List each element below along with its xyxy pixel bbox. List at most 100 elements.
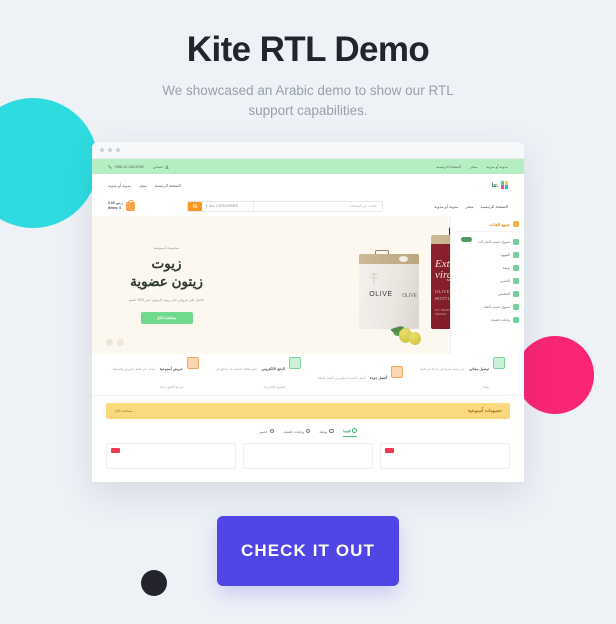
hero-description: احصل على عروض على زيوت الزيتون حتى 30% خ… [128, 298, 205, 303]
category-icon-3 [513, 277, 519, 284]
hero-copy: مجموعة أسبوعية زيوت زيتون عضوية احصل على… [92, 246, 227, 325]
product-card[interactable] [243, 443, 373, 469]
chevron-left-icon: ‹ [456, 278, 458, 283]
category-icon-2 [513, 264, 519, 271]
white-tin-label: OLIVE [369, 291, 393, 298]
hero-cta-button[interactable]: مشاهدة الكل [140, 312, 193, 325]
slider-dots[interactable] [106, 339, 124, 346]
tab-icon-2 [305, 428, 311, 434]
features-row: عروض أسبوعية احصل على أفضل العروض والصفق… [92, 354, 524, 396]
nav2-link-1[interactable]: متجر [465, 204, 473, 209]
promo-page: Kite RTL Demo We showcased an Arabic dem… [0, 0, 616, 624]
nav2-link-2[interactable]: مدونة أو مدونة [434, 204, 458, 209]
hero-title: زيوت زيتون عضوية [106, 255, 227, 291]
check-it-out-button[interactable]: CHECK IT OUT [217, 516, 399, 586]
category-label-5: تسوق حسب الفئة [483, 304, 510, 309]
tab-0[interactable]: قهوة [342, 428, 357, 437]
browser-mockup: +966-12-345-6789 حسابي الصفحة الرئيسية م… [92, 142, 524, 482]
shopping-bag-icon [125, 199, 135, 211]
tab-2[interactable]: وجبات خفيفة [283, 428, 311, 437]
browser-titlebar [92, 142, 524, 159]
sale-badge [111, 448, 120, 453]
promo-title: خصومات أسبوعية [467, 408, 502, 413]
feature-title-0: توصيل مجاني [468, 366, 489, 371]
feature-desc-1: أفضل التحميدات والميزين لأفضل العملاء [317, 375, 366, 380]
window-dot-minimize [108, 148, 112, 152]
feature-title-3: عروض أسبوعية [159, 366, 183, 371]
slider-dot-2[interactable] [117, 339, 124, 346]
feature-item-2: الدفع الالكتروني ادفع بطاقتك الخاصة بك، … [213, 356, 301, 393]
chevron-left-icon: ‹ [456, 252, 458, 257]
tab-1[interactable]: بوتقة [319, 428, 334, 437]
grid-icon [513, 221, 519, 227]
tab-label-2: وجبات خفيفة [283, 429, 304, 434]
window-dot-close [100, 148, 104, 152]
olive-sprig-icon [370, 272, 378, 284]
site-search-row: 0.00 ر.س Items: 0 ▾ ALL CATEGORIES البحث… [92, 196, 524, 216]
cart-widget[interactable]: 0.00 ر.س Items: 0 [108, 199, 135, 211]
category-item-3[interactable]: ‹ العصير [456, 274, 519, 287]
category-item-4[interactable]: ‹ التخليص [456, 287, 519, 300]
category-select-label: ALL CATEGORIES [209, 204, 239, 208]
category-icon-1 [513, 251, 519, 258]
tab-label-3: عصير [259, 429, 268, 434]
chevron-left-icon: ‹ [456, 304, 458, 309]
navbar-links: مدونة أو مدونة متجر الصفحة الرئيسية [108, 183, 181, 188]
topbar-phone[interactable]: +966-12-345-6789 [108, 165, 144, 169]
category-item-2[interactable]: ‹ بوتقة [456, 261, 519, 274]
promo-banner: مشاهدة الكل خصومات أسبوعية [106, 403, 510, 419]
topbar-nav: الصفحة الرئيسية متجر مدونة أو مدونة [436, 165, 508, 169]
search-bar: ▾ ALL CATEGORIES البحث عن المنتجات [186, 200, 383, 212]
feature-title-1: أفضل جودة [369, 375, 387, 380]
category-item-1[interactable]: ‹ القهوة [456, 248, 519, 261]
topbar-link-0[interactable]: الصفحة الرئيسية [436, 165, 461, 169]
category-icon-5 [513, 303, 519, 310]
website-preview: +966-12-345-6789 حسابي الصفحة الرئيسية م… [92, 159, 524, 482]
product-card[interactable] [106, 443, 236, 469]
nav2-link-0[interactable]: الصفحة الرئيسية [481, 204, 508, 209]
hero-title-line2: زيتون عضوية [130, 273, 203, 289]
category-heading-label: جميع الفئات [489, 221, 510, 227]
topbar-link-2[interactable]: مدونة أو مدونة [486, 165, 508, 169]
site-logo[interactable]: تتا. [492, 181, 508, 189]
nav-link-1[interactable]: متجر [139, 183, 147, 188]
category-icon-4 [513, 290, 519, 297]
logo-text: تتا. [491, 182, 499, 189]
category-label-3: العصير [500, 278, 510, 283]
category-select[interactable]: ▾ ALL CATEGORIES [202, 201, 254, 211]
nav-link-0[interactable]: الصفحة الرئيسية [155, 183, 181, 188]
category-item-6[interactable]: وجبات خفيفة [456, 313, 519, 326]
feature-item-1: أفضل جودة أفضل التحميدات والميزين لأفضل … [315, 365, 403, 384]
search-button[interactable] [187, 201, 202, 211]
tab-icon-1 [329, 428, 334, 434]
category-item-5[interactable]: ‹ تسوق حسب الفئة [456, 300, 519, 313]
chevron-left-icon: ‹ [456, 291, 458, 296]
topbar-link-1[interactable]: متجر [470, 165, 477, 169]
product-card[interactable] [380, 443, 510, 469]
hero-kicker: مجموعة أسبوعية [153, 245, 180, 250]
nav-link-2[interactable]: مدونة أو مدونة [108, 183, 131, 188]
tab-3[interactable]: عصير [259, 428, 275, 437]
phone-icon [108, 164, 112, 168]
tin-handle-icon [375, 250, 389, 256]
category-icon-6 [513, 316, 519, 323]
search-input[interactable]: البحث عن المنتجات [254, 202, 382, 211]
navbar-secondary-links: مدونة أو مدونة متجر الصفحة الرئيسية [434, 204, 508, 209]
page-header: Kite RTL Demo We showcased an Arabic dem… [0, 30, 616, 120]
tab-icon-3 [269, 428, 275, 434]
promo-link[interactable]: مشاهدة الكل [114, 409, 133, 413]
site-topbar: +966-12-345-6789 حسابي الصفحة الرئيسية م… [92, 159, 524, 174]
feature-item-3: عروض أسبوعية احصل على أفضل العروض والصفق… [111, 356, 199, 393]
slider-dot-1[interactable] [106, 339, 113, 346]
hero-title-line1: زيوت [151, 255, 182, 271]
logo-mark-icon [501, 181, 508, 189]
sale-badge [385, 448, 394, 453]
olive-fruit-2 [409, 332, 421, 345]
topbar-account[interactable]: حسابي [153, 165, 170, 169]
search-icon [192, 203, 197, 209]
user-icon [165, 165, 169, 169]
quality-icon [391, 365, 403, 378]
topbar-account-label: حسابي [152, 164, 164, 169]
white-tin-side-label: OLIVE [402, 293, 417, 299]
red-tin-seal-icon [461, 237, 472, 242]
